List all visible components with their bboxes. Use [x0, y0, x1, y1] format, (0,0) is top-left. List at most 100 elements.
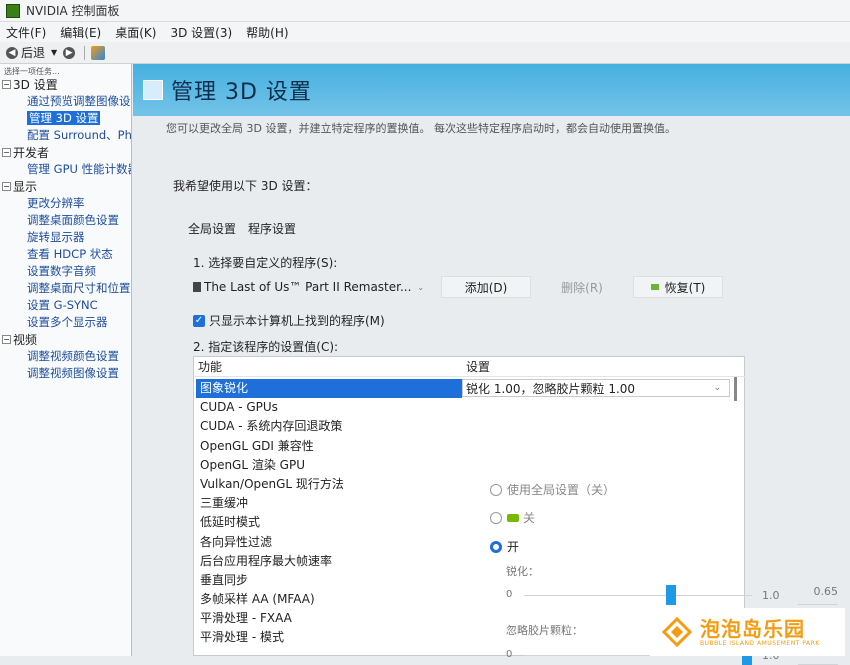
setting-value-select[interactable]: 锐化 1.00，忽略胶片颗粒 1.00 ⌄ [462, 379, 730, 397]
sidebar-item-preview-image[interactable]: 通过预览调整图像设置 [2, 93, 131, 110]
menu-edit[interactable]: 编辑(E) [60, 24, 101, 41]
sidebar-item-desktop-size[interactable]: 调整桌面尺寸和位置 [2, 280, 131, 297]
sidebar-item-resolution[interactable]: 更改分辨率 [2, 195, 131, 212]
back-dropdown-icon[interactable]: ▼ [51, 48, 57, 57]
watermark-text: 泡泡岛乐园 BUBBLE ISLAND AMUSEMENT PARK [700, 618, 820, 647]
watermark-cn: 泡泡岛乐园 [700, 616, 805, 641]
radio-button[interactable] [490, 483, 502, 496]
step1-label: 1. 选择要自定义的程序(S): [193, 256, 338, 270]
page-description: 您可以更改全局 3D 设置，并建立特定程序的置换值。 每次这些特定程序启动时，都… [166, 122, 676, 135]
show-found-programs[interactable]: ✓ 只显示本计算机上找到的程序(M) [193, 312, 385, 329]
sidebar-item-gsync[interactable]: 设置 G-SYNC [2, 297, 131, 314]
setting-value: 锐化 1.00，忽略胶片颗粒 1.00 [466, 381, 636, 396]
list-item[interactable]: 平滑处理 - FXAA [196, 609, 462, 628]
sidebar-item-desktop-color[interactable]: 调整桌面颜色设置 [2, 212, 131, 229]
chevron-down-icon[interactable]: ⌄ [713, 383, 721, 393]
collapse-icon[interactable]: − [2, 80, 11, 89]
option-label: 开 [507, 540, 520, 554]
option-use-global[interactable]: 使用全局设置（关） [490, 481, 615, 498]
list-item[interactable]: 平滑处理 - 模式 [196, 628, 462, 647]
category-label: 开发者 [13, 146, 50, 160]
restore-button[interactable]: 恢复(T) [633, 276, 723, 298]
category-label: 视频 [13, 333, 38, 347]
list-item[interactable]: 垂直同步 [196, 571, 462, 590]
nvidia-small-icon [507, 513, 519, 522]
sidebar-item-surround-physx[interactable]: 配置 Surround、PhysX [2, 127, 131, 144]
collapse-icon[interactable]: − [2, 148, 11, 157]
grain-label: 忽略胶片颗粒： [506, 624, 583, 637]
back-arrow-icon[interactable]: ◀ [6, 46, 18, 59]
radio-button[interactable] [490, 511, 502, 524]
sidebar-item-gpu-counters[interactable]: 管理 GPU 性能计数器 [2, 161, 131, 178]
list-item[interactable]: 各向异性过滤 [196, 533, 462, 552]
sharpen-value[interactable]: 0.65 [798, 585, 838, 605]
list-item[interactable]: OpenGL GDI 兼容性 [196, 437, 462, 456]
home-icon[interactable] [91, 45, 106, 60]
tab-program-settings[interactable]: 程序设置 [248, 220, 296, 237]
menu-help[interactable]: 帮助(H) [246, 24, 288, 41]
list-item[interactable]: CUDA - 系统内存回退政策 [196, 417, 462, 436]
sharpen-label: 锐化： [506, 565, 539, 578]
back-button[interactable]: 后退 [21, 44, 45, 61]
sidebar-item-multi-display[interactable]: 设置多个显示器 [2, 314, 131, 331]
grain-min: 0 [506, 649, 513, 660]
menu-3d-settings[interactable]: 3D 设置(3) [170, 24, 232, 41]
category-3d-settings[interactable]: −3D 设置 [2, 76, 131, 93]
sharpen-slider-handle[interactable] [665, 585, 676, 605]
watermark-en: BUBBLE ISLAND AMUSEMENT PARK [700, 639, 820, 647]
column-setting: 设置 [466, 360, 491, 374]
scrollbar[interactable] [734, 377, 737, 401]
add-button[interactable]: 添加(D) [441, 276, 531, 298]
sidebar-item-rotate-display[interactable]: 旋转显示器 [2, 229, 131, 246]
list-item[interactable]: 低延时模式 [196, 513, 462, 532]
sidebar-item-digital-audio[interactable]: 设置数字音频 [2, 263, 131, 280]
checkbox-checked-icon[interactable]: ✓ [193, 314, 205, 327]
program-selected: The Last of Us™ Part II Remaster... [204, 280, 412, 294]
category-video[interactable]: − 视频 [2, 331, 131, 348]
sharpen-slider[interactable] [524, 595, 752, 596]
chevron-down-icon[interactable]: ⌄ [417, 283, 424, 292]
sharpen-min: 0 [506, 589, 513, 600]
table-header: 功能 设置 [194, 357, 746, 377]
list-item[interactable]: 图象锐化 [196, 379, 462, 399]
program-select[interactable]: The Last of Us™ Part II Remaster... ⌄ [193, 280, 433, 294]
menu-file[interactable]: 文件(F) [6, 24, 46, 41]
list-item[interactable]: 后台应用程序最大帧速率 [196, 552, 462, 571]
list-item[interactable]: OpenGL 渲染 GPU [196, 456, 462, 475]
list-item[interactable]: 多帧采样 AA (MFAA) [196, 590, 462, 609]
forward-arrow-icon[interactable]: ▶ [63, 46, 76, 59]
sidebar-item-video-color[interactable]: 调整视频颜色设置 [2, 348, 131, 365]
sidebar-item-manage-3d[interactable]: 管理 3D 设置 [2, 110, 131, 127]
option-label: 关 [523, 511, 536, 525]
collapse-icon[interactable]: − [2, 335, 11, 344]
list-item[interactable]: 三重缓冲 [196, 494, 462, 513]
column-feature: 功能 [198, 360, 223, 374]
category-display[interactable]: − 显示 [2, 178, 131, 195]
task-tree: −3D 设置 通过预览调整图像设置 管理 3D 设置 配置 Surround、P… [0, 76, 131, 382]
option-off[interactable]: 关 [490, 509, 535, 526]
task-label: 选择一项任务... [4, 67, 60, 76]
tab-global-settings[interactable]: 全局设置 [188, 220, 236, 237]
sidebar-item-hdcp[interactable]: 查看 HDCP 状态 [2, 246, 131, 263]
list-item[interactable]: Vulkan/OpenGL 现行方法 [196, 475, 462, 494]
collapse-icon[interactable]: − [2, 182, 11, 191]
menu-bar: 文件(F) 编辑(E) 桌面(K) 3D 设置(3) 帮助(H) [0, 22, 850, 42]
option-on[interactable]: 开 [490, 538, 519, 555]
sidebar-item-video-image[interactable]: 调整视频图像设置 [2, 365, 131, 382]
radio-button-selected[interactable] [490, 540, 502, 553]
sharpen-max: 1.0 [762, 589, 780, 602]
prefer-label: 我希望使用以下 3D 设置： [173, 179, 318, 193]
toolbar-divider [84, 45, 86, 60]
list-item[interactable]: CUDA - GPUs [196, 398, 462, 417]
title-bar: NVIDIA 控制面板 [0, 0, 850, 22]
option-label: 使用全局设置（关） [507, 483, 616, 497]
menu-desktop[interactable]: 桌面(K) [115, 24, 156, 41]
delete-button[interactable]: 删除(R) [537, 276, 627, 298]
category-developer[interactable]: − 开发者 [2, 144, 131, 161]
page-title: 管理 3D 设置 [171, 80, 312, 105]
window-title: NVIDIA 控制面板 [26, 4, 120, 18]
category-label: 3D 设置 [13, 78, 58, 92]
settings-tabs: 全局设置 程序设置 [188, 220, 308, 237]
nvidia-logo-icon [6, 3, 20, 18]
checkbox-label: 只显示本计算机上找到的程序(M) [209, 314, 385, 328]
